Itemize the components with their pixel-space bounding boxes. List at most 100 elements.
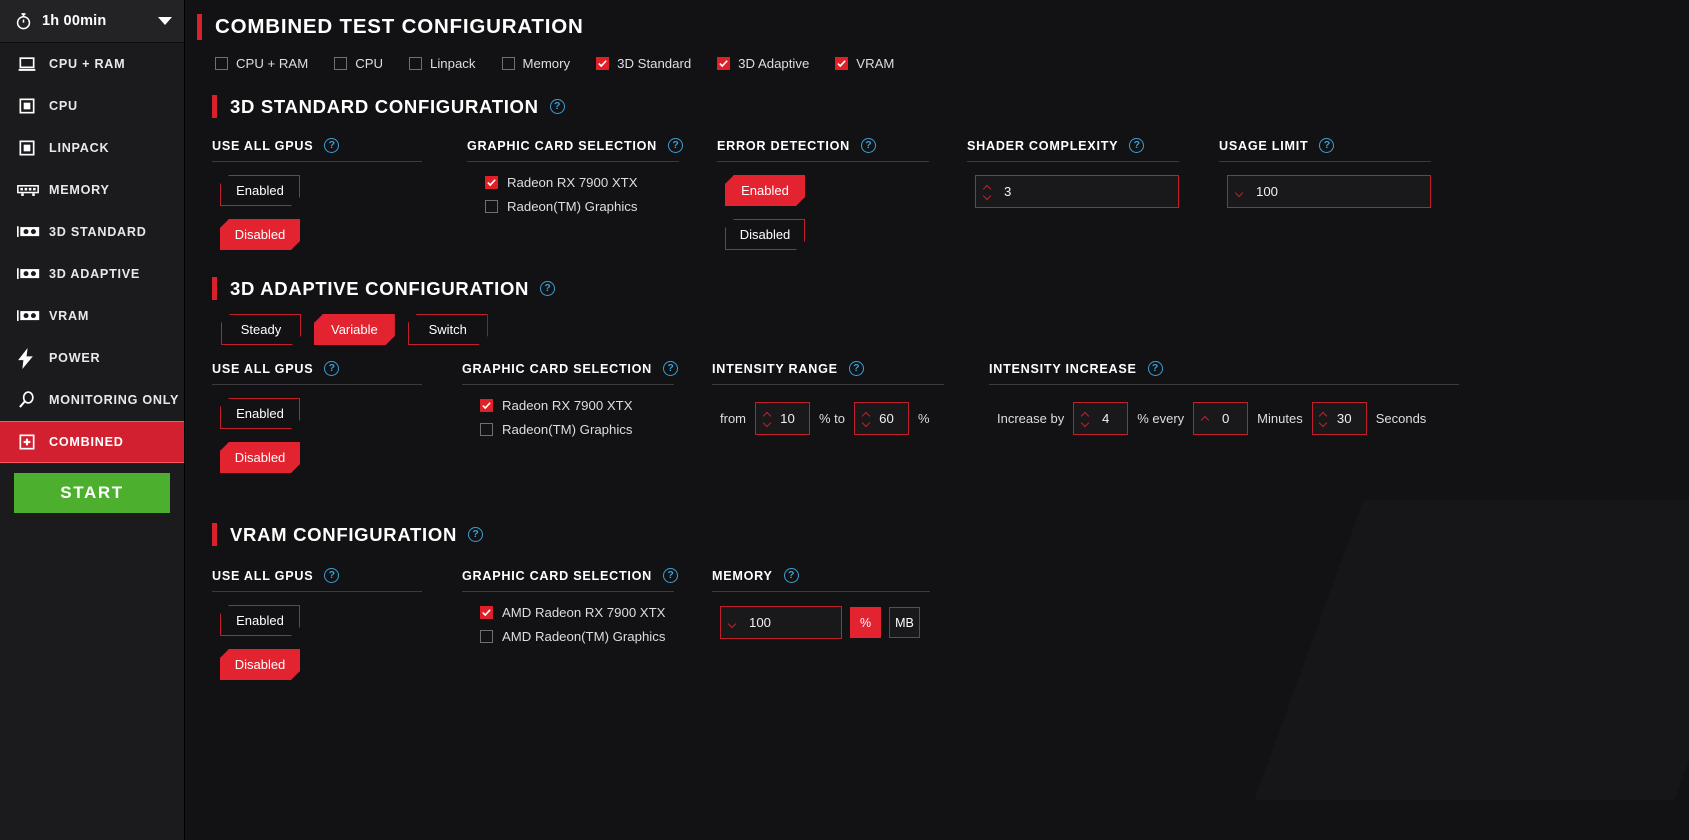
help-icon[interactable]: ? <box>783 568 799 583</box>
chevron-down-icon[interactable] <box>158 17 172 25</box>
chevron-up-icon[interactable] <box>863 413 870 417</box>
help-icon[interactable]: ? <box>848 361 864 376</box>
sidebar-item-monitoring-only[interactable]: MONITORING ONLY <box>0 379 184 421</box>
spinner-controls[interactable] <box>1074 403 1090 434</box>
gpu-checkbox-item[interactable]: Radeon RX 7900 XTX <box>480 398 702 413</box>
checkbox-box[interactable] <box>409 57 423 70</box>
chevron-down-icon[interactable] <box>1236 190 1243 194</box>
checkbox-box[interactable] <box>334 57 348 70</box>
checkbox-box[interactable] <box>501 57 515 70</box>
checkbox-box[interactable] <box>596 57 610 70</box>
checkbox-box[interactable] <box>717 57 731 70</box>
test-checkbox-cpu[interactable]: CPU <box>334 56 383 71</box>
use-all-gpus-enabled-button[interactable]: Enabled <box>220 175 300 206</box>
shader-complexity-input[interactable]: 3 <box>975 175 1179 208</box>
test-checkbox-3d-standard[interactable]: 3D Standard <box>596 56 691 71</box>
chevron-down-icon[interactable] <box>764 420 771 424</box>
gpu-checkbox-item[interactable]: AMD Radeon RX 7900 XTX <box>480 605 702 620</box>
chevron-down-icon[interactable] <box>984 193 991 197</box>
help-icon[interactable]: ? <box>663 361 679 376</box>
chevron-up-icon[interactable] <box>1082 413 1089 417</box>
checkbox-box[interactable] <box>480 399 493 412</box>
memory-unit-percent-button[interactable]: % <box>850 607 881 638</box>
gpu-label: Radeon(TM) Graphics <box>502 422 633 437</box>
column-usage-limit: USAGE LIMIT? 100 <box>1219 138 1441 250</box>
increase-by-input[interactable]: 4 <box>1073 402 1129 435</box>
help-icon[interactable]: ? <box>861 138 876 153</box>
minutes-input[interactable]: 0 <box>1193 402 1249 435</box>
spinner-controls[interactable] <box>721 607 737 638</box>
sidebar-item-linpack[interactable]: LINPACK <box>0 127 184 169</box>
chevron-down-icon[interactable] <box>729 621 736 625</box>
start-button[interactable]: START <box>14 473 170 513</box>
gpu-checkbox-item[interactable]: Radeon RX 7900 XTX <box>485 175 707 190</box>
help-icon[interactable]: ? <box>540 281 556 296</box>
use-all-gpus-disabled-button[interactable]: Disabled <box>220 219 300 250</box>
mode-button-variable[interactable]: Variable <box>314 314 395 345</box>
spinner-controls[interactable] <box>855 403 871 434</box>
spinner-controls[interactable] <box>1194 403 1210 434</box>
test-checkbox-vram[interactable]: VRAM <box>835 56 894 71</box>
gpu-checkbox-item[interactable]: AMD Radeon(TM) Graphics <box>480 629 702 644</box>
memory-unit-mb-button[interactable]: MB <box>889 607 920 638</box>
mode-button-steady[interactable]: Steady <box>221 314 301 345</box>
checkbox-box[interactable] <box>215 57 228 70</box>
checkbox-box[interactable] <box>480 630 493 643</box>
use-all-gpus-disabled-button[interactable]: Disabled <box>220 649 300 680</box>
gpu-checkbox-item[interactable]: Radeon(TM) Graphics <box>485 199 707 214</box>
test-checkbox-cpu-ram[interactable]: CPU + RAM <box>215 56 308 71</box>
usage-limit-input[interactable]: 100 <box>1227 175 1431 208</box>
error-detection-disabled-button[interactable]: Disabled <box>725 219 805 250</box>
help-icon[interactable]: ? <box>1319 138 1335 153</box>
chevron-down-icon[interactable] <box>863 420 870 424</box>
checkbox-box[interactable] <box>480 423 493 436</box>
help-icon[interactable]: ? <box>1147 361 1163 376</box>
gpu-checkbox-item[interactable]: Radeon(TM) Graphics <box>480 422 702 437</box>
spinner-controls[interactable] <box>756 403 772 434</box>
checkbox-box[interactable] <box>485 176 498 189</box>
chevron-up-icon[interactable] <box>1320 413 1327 417</box>
test-checkbox-3d-adaptive[interactable]: 3D Adaptive <box>717 56 809 71</box>
help-icon[interactable]: ? <box>1129 138 1145 153</box>
sidebar-item-vram[interactable]: VRAM <box>0 295 184 337</box>
help-icon[interactable]: ? <box>324 138 340 153</box>
checkbox-box[interactable] <box>485 200 498 213</box>
chevron-up-icon[interactable] <box>984 186 991 190</box>
seconds-input[interactable]: 30 <box>1311 402 1367 435</box>
help-icon[interactable]: ? <box>663 568 679 583</box>
sidebar-item-cpu[interactable]: CPU <box>0 85 184 127</box>
mode-button-switch[interactable]: Switch <box>408 314 488 345</box>
sidebar-item-power[interactable]: POWER <box>0 337 184 379</box>
test-checkbox-linpack[interactable]: Linpack <box>409 56 476 71</box>
error-detection-enabled-button[interactable]: Enabled <box>725 175 805 206</box>
sidebar-item-3d-standard[interactable]: 3D STANDARD <box>0 211 184 253</box>
use-all-gpus-enabled-button[interactable]: Enabled <box>220 398 300 429</box>
help-icon[interactable]: ? <box>324 568 340 583</box>
sidebar-item-combined[interactable]: COMBINED <box>0 421 184 463</box>
spinner-controls[interactable] <box>976 176 992 207</box>
checkbox-box[interactable] <box>835 57 849 70</box>
duration-selector[interactable]: 1h 00min <box>0 0 184 43</box>
spinner-controls[interactable] <box>1228 176 1244 207</box>
sidebar-item-cpu-ram[interactable]: CPU + RAM <box>0 43 184 85</box>
sidebar-item-label: MEMORY <box>49 183 110 197</box>
checkbox-box[interactable] <box>480 606 493 619</box>
test-checkbox-memory[interactable]: Memory <box>501 56 570 71</box>
sidebar-item-3d-adaptive[interactable]: 3D ADAPTIVE <box>0 253 184 295</box>
help-icon[interactable]: ? <box>468 527 484 542</box>
use-all-gpus-disabled-button[interactable]: Disabled <box>220 442 300 473</box>
help-icon[interactable]: ? <box>549 99 565 114</box>
intensity-pct-label: % <box>918 411 930 426</box>
sidebar-item-memory[interactable]: MEMORY <box>0 169 184 211</box>
help-icon[interactable]: ? <box>668 138 684 153</box>
chevron-up-icon[interactable] <box>1202 417 1209 421</box>
chevron-down-icon[interactable] <box>1082 420 1089 424</box>
chevron-up-icon[interactable] <box>764 413 771 417</box>
intensity-from-input[interactable]: 10 <box>755 402 810 435</box>
memory-input[interactable]: 100 <box>720 606 842 639</box>
chevron-down-icon[interactable] <box>1320 420 1327 424</box>
use-all-gpus-enabled-button[interactable]: Enabled <box>220 605 300 636</box>
intensity-to-input[interactable]: 60 <box>854 402 910 435</box>
spinner-controls[interactable] <box>1313 403 1329 434</box>
help-icon[interactable]: ? <box>324 361 340 376</box>
